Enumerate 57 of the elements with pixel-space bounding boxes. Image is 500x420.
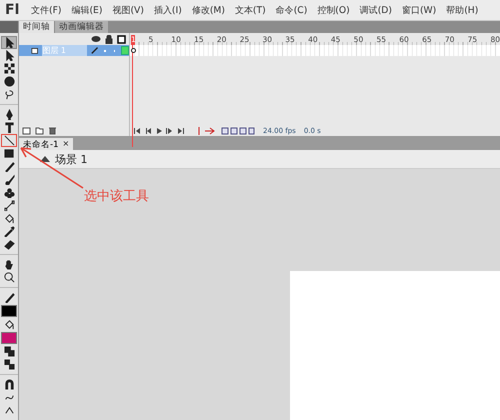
trash-icon[interactable] (48, 126, 57, 135)
dropper-icon (4, 226, 14, 237)
pencil-icon (90, 46, 98, 55)
menu-item[interactable]: 文件(F) (31, 4, 62, 16)
bucket-icon (4, 319, 14, 330)
menu-item[interactable]: 插入(I) (154, 4, 182, 16)
outline-color-icon[interactable] (121, 46, 129, 55)
menu-item[interactable]: 文本(T) (234, 4, 266, 16)
menu-item[interactable]: 命令(C) (276, 4, 308, 16)
magnet-icon (4, 379, 14, 390)
pencil-icon (4, 161, 14, 172)
hand-icon (4, 259, 14, 270)
line-icon (4, 135, 14, 146)
tool-button[interactable] (1, 36, 17, 49)
outline-icon[interactable] (117, 34, 126, 44)
tool-button[interactable] (1, 134, 17, 147)
brush-icon (4, 174, 14, 185)
panel-grip[interactable] (0, 21, 18, 33)
panel-tab[interactable]: 动画编辑器 (55, 21, 108, 33)
new-layer-icon[interactable] (22, 126, 31, 135)
pen-icon (4, 109, 14, 120)
flower-icon (4, 187, 14, 198)
folder-icon[interactable] (35, 126, 44, 135)
menu-item[interactable]: 帮助(H) (446, 4, 478, 16)
bucket-icon (4, 213, 14, 224)
lasso-icon (4, 89, 14, 100)
lock-icon[interactable] (105, 34, 113, 44)
color-swatch[interactable] (1, 332, 17, 344)
onion-skin-icons[interactable] (221, 126, 255, 134)
pointer-icon (4, 50, 14, 61)
app-logo: Fl (4, 2, 20, 18)
pointer-icon (4, 37, 14, 48)
annotation-arrow (19, 146, 85, 190)
color-swatch[interactable] (1, 305, 17, 317)
bone-icon (4, 200, 14, 211)
close-button[interactable]: × (62, 138, 74, 150)
eraser-icon (4, 239, 14, 250)
menu-item[interactable]: 调试(D) (360, 4, 392, 16)
colors-icon (4, 346, 14, 357)
annotation-text: 选中该工具 (84, 188, 149, 205)
transform-icon (4, 63, 14, 74)
document-tab[interactable]: 未命名-1 (19, 138, 62, 150)
swap-icon (4, 359, 14, 370)
pencil-icon (4, 292, 14, 303)
scene-label: 场景 1 (55, 152, 88, 166)
zoom-icon (4, 272, 14, 283)
straighten-icon (4, 405, 14, 416)
menu-item[interactable]: 窗口(W) (402, 4, 436, 16)
layer-icon (31, 46, 38, 55)
menu-item[interactable]: 控制(O) (317, 4, 350, 16)
menu-item[interactable]: 编辑(E) (71, 4, 102, 16)
text-icon (4, 122, 14, 133)
rectangle-icon (4, 148, 14, 159)
menu-item[interactable]: 修改(M) (192, 4, 225, 16)
panel-tab[interactable]: 时间轴 (19, 21, 54, 33)
sphere-icon (4, 76, 14, 87)
menu-item[interactable]: 视图(V) (112, 4, 144, 16)
